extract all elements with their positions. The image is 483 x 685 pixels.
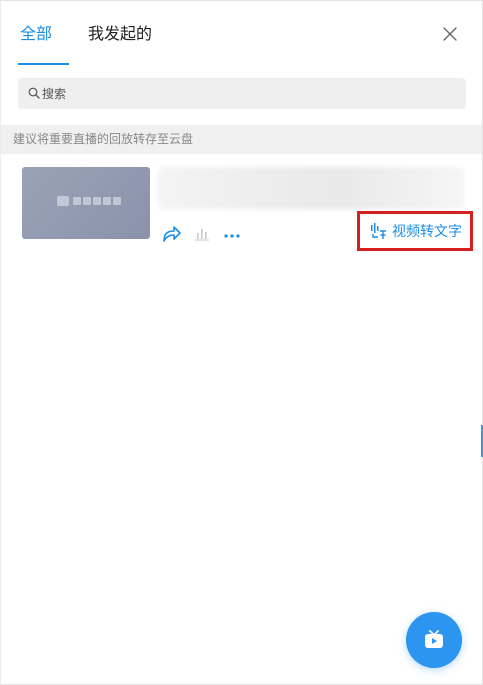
more-icon [224, 234, 240, 238]
video-to-text-button[interactable]: 视频转文字 [357, 211, 473, 251]
active-tab-indicator [18, 63, 69, 65]
more-button[interactable] [223, 227, 241, 239]
live-panel: 全部 我发起的 建议将重要直播的回放转存至云盘 [0, 0, 483, 685]
live-title-blurred [158, 167, 465, 209]
tv-logo-icon [57, 196, 121, 206]
close-button[interactable] [441, 25, 459, 43]
live-tv-icon [425, 630, 443, 648]
share-button[interactable] [162, 223, 182, 243]
video-to-text-label: 视频转文字 [392, 224, 462, 240]
save-replay-notice: 建议将重要直播的回放转存至云盘 [1, 125, 482, 154]
voice-to-text-icon [371, 223, 386, 239]
share-icon [163, 226, 181, 242]
search-icon [28, 87, 40, 99]
start-live-button[interactable] [406, 612, 462, 668]
live-thumbnail[interactable] [22, 167, 150, 239]
search-box [18, 78, 466, 109]
stats-button[interactable] [194, 225, 210, 241]
stats-icon [195, 229, 209, 241]
tab-all[interactable]: 全部 [20, 23, 52, 45]
search-input[interactable] [42, 78, 442, 109]
tab-bar: 全部 我发起的 [1, 1, 482, 65]
close-icon [443, 27, 457, 41]
tab-mine[interactable]: 我发起的 [88, 23, 152, 45]
